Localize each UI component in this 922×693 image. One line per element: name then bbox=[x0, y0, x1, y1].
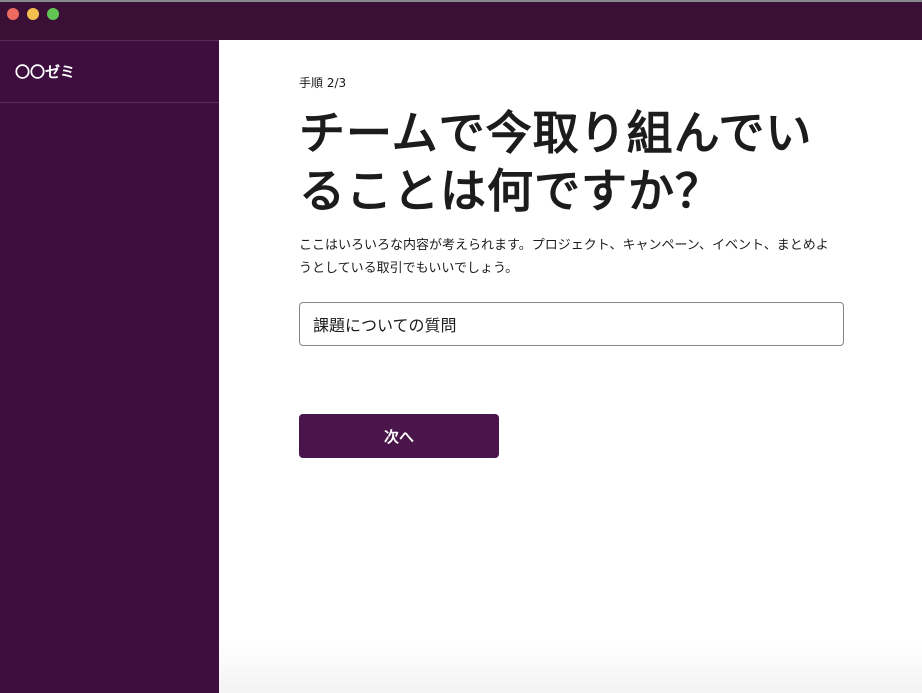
main-content: 手順 2/3 チームで今取り組んでいることは何ですか？ ここはいろいろな内容が考… bbox=[219, 40, 922, 693]
close-window-button[interactable] bbox=[7, 8, 19, 20]
sidebar: 〇〇ゼミ bbox=[0, 40, 219, 693]
step-indicator: 手順 2/3 bbox=[299, 76, 347, 90]
project-name-input[interactable]: 課題についての質問 bbox=[299, 302, 844, 346]
next-button[interactable]: 次へ bbox=[299, 414, 499, 458]
project-name-input-value: 課題についての質問 bbox=[313, 316, 457, 335]
window-titlebar bbox=[0, 0, 922, 40]
page-title: チームで今取り組んでいることは何ですか？ bbox=[299, 106, 813, 218]
workspace-name: 〇〇ゼミ bbox=[15, 63, 76, 81]
page-description: ここはいろいろな内容が考えられます。プロジェクト、キャンペーン、イベント、まとめ… bbox=[299, 238, 829, 276]
next-button-label: 次へ bbox=[383, 427, 414, 446]
workspace-header[interactable]: 〇〇ゼミ bbox=[0, 40, 219, 103]
maximize-window-button[interactable] bbox=[47, 8, 59, 20]
minimize-window-button[interactable] bbox=[27, 8, 39, 20]
